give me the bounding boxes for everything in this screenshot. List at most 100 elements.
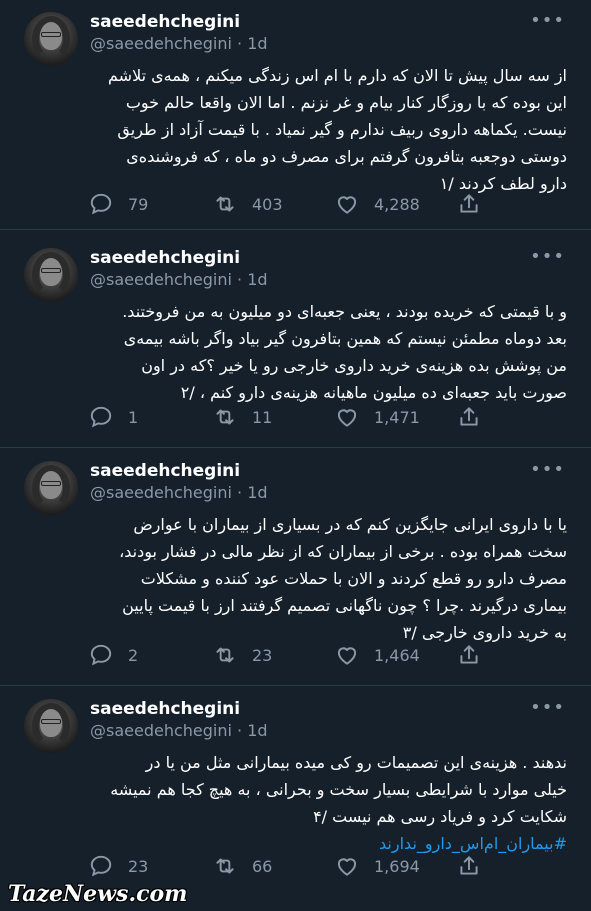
like-button[interactable]: 4,288 (334, 189, 420, 219)
separator: · (237, 483, 243, 502)
tweet-line: بیماری درگیرند .چرا ؟ چون ناگهانی تصمیم … (122, 596, 567, 615)
heart-icon (337, 647, 357, 665)
tweet-text: ندهند . هزینه‌ی این تصمیمات رو کی میده ب… (88, 749, 567, 857)
avatar[interactable] (24, 12, 78, 66)
heart-icon (337, 409, 357, 427)
retweet-count: 11 (252, 407, 273, 427)
retweet-icon (216, 409, 234, 425)
avatar[interactable] (24, 248, 78, 302)
reply-button[interactable]: 79 (88, 189, 148, 219)
separator: · (237, 34, 243, 53)
reply-button[interactable]: 23 (88, 851, 148, 881)
handle[interactable]: @saeedehchegini (90, 270, 232, 289)
tweet[interactable]: saeedehchegini @saeedehchegini · 1d ••• … (0, 449, 591, 686)
more-options-icon[interactable]: ••• (530, 459, 565, 480)
tweet-line: دوستی دوجعبه بتافرون گرفتم برای مصرف دو … (126, 147, 567, 166)
retweet-icon (216, 647, 234, 663)
retweet-count: 66 (252, 856, 273, 876)
handle[interactable]: @saeedehchegini (90, 483, 232, 502)
like-count: 4,288 (374, 194, 420, 214)
share-icon (460, 194, 478, 213)
timestamp[interactable]: 1d (247, 34, 267, 53)
tweet[interactable]: saeedehchegini @saeedehchegini · 1d ••• … (0, 236, 591, 448)
display-name[interactable]: saeedehchegini (90, 248, 240, 268)
display-name[interactable]: saeedehchegini (90, 12, 240, 32)
reply-icon (90, 193, 112, 215)
handle-line: @saeedehchegini · 1d (90, 483, 268, 502)
tweet-text: یا با داروی ایرانی جایگزین کنم که در بسی… (88, 511, 567, 646)
handle-line: @saeedehchegini · 1d (90, 721, 268, 740)
tweet-line: نیست. یکماهه داروی ربیف ندارم و گیر نمیا… (117, 120, 567, 139)
tweet-text: و با قیمتی که خریده بودند ، یعنی جعبه‌ای… (88, 298, 567, 406)
avatar[interactable] (24, 461, 78, 515)
like-count: 1,694 (374, 856, 420, 876)
reply-count: 23 (128, 856, 149, 876)
retweet-button[interactable]: 66 (212, 851, 272, 881)
heart-icon (337, 858, 357, 876)
share-icon (460, 645, 478, 664)
display-name[interactable]: saeedehchegini (90, 461, 240, 481)
tweet-line: سخت همراه بوده . برخی از بیماران که از ن… (119, 542, 567, 561)
timeline: saeedehchegini @saeedehchegini · 1d ••• … (0, 0, 591, 911)
handle[interactable]: @saeedehchegini (90, 721, 232, 740)
reply-count: 1 (128, 407, 139, 427)
retweet-button[interactable]: 23 (212, 640, 272, 670)
reply-button[interactable]: 2 (88, 640, 138, 670)
handle[interactable]: @saeedehchegini (90, 34, 232, 53)
reply-count: 79 (128, 194, 149, 214)
reply-button[interactable]: 1 (88, 402, 138, 432)
retweet-icon (216, 196, 234, 212)
tweet-line: بعد دوماه مطمئن نیستم که همین بتافرون گی… (123, 329, 567, 348)
avatar[interactable] (24, 699, 78, 753)
retweet-count: 23 (252, 645, 273, 665)
retweet-button[interactable]: 403 (212, 189, 283, 219)
timestamp[interactable]: 1d (247, 721, 267, 740)
tweet-line: این بوده که با روزگار کنار بیام و غر نزن… (125, 93, 567, 112)
watermark-logo: TazeNews.com (8, 881, 188, 907)
tweet-line: و با قیمتی که خریده بودند ، یعنی جعبه‌ای… (122, 302, 567, 321)
tweet-line: ندهند . هزینه‌ی این تصمیمات رو کی میده ب… (145, 753, 567, 772)
reply-count: 2 (128, 645, 139, 665)
tweet-line: من پوشش بده هزینه‌ی خرید داروی خارجی رو … (141, 356, 567, 375)
share-button[interactable] (456, 851, 496, 881)
like-button[interactable]: 1,471 (334, 402, 420, 432)
reply-icon (90, 406, 112, 428)
share-button[interactable] (456, 189, 496, 219)
share-icon (460, 856, 478, 875)
reply-icon (90, 644, 112, 666)
tweet-line: خیلی موارد با شرایطی بسیار سخت و بحرانی … (110, 780, 567, 799)
share-icon (460, 407, 478, 426)
like-count: 1,464 (374, 645, 420, 665)
tweet-line: مصرف دارو رو قطع کردند و الان با حملات ع… (140, 569, 567, 588)
like-button[interactable]: 1,464 (334, 640, 420, 670)
display-name[interactable]: saeedehchegini (90, 699, 240, 719)
share-button[interactable] (456, 402, 496, 432)
like-button[interactable]: 1,694 (334, 851, 420, 881)
tweet[interactable]: saeedehchegini @saeedehchegini · 1d ••• … (0, 0, 591, 230)
action-bar: 1 11 1,471 (88, 402, 488, 432)
reply-icon (90, 855, 112, 877)
tweet-line: از سه سال پیش تا الان که دارم با ام اس ز… (108, 66, 567, 85)
separator: · (237, 721, 243, 740)
handle-line: @saeedehchegini · 1d (90, 34, 268, 53)
timestamp[interactable]: 1d (247, 483, 267, 502)
action-bar: 79 403 4,288 (88, 189, 488, 219)
tweet-line: یا با داروی ایرانی جایگزین کنم که در بسی… (133, 515, 567, 534)
share-button[interactable] (456, 640, 496, 670)
more-options-icon[interactable]: ••• (530, 10, 565, 31)
retweet-button[interactable]: 11 (212, 402, 272, 432)
separator: · (237, 270, 243, 289)
action-bar: 2 23 1,464 (88, 640, 488, 670)
handle-line: @saeedehchegini · 1d (90, 270, 268, 289)
tweet[interactable]: saeedehchegini @saeedehchegini · 1d ••• … (0, 687, 591, 911)
like-count: 1,471 (374, 407, 420, 427)
heart-icon (337, 196, 357, 214)
action-bar: 23 66 1,694 (88, 851, 488, 881)
tweet-text: از سه سال پیش تا الان که دارم با ام اس ز… (88, 62, 567, 197)
tweet-line: شکایت کرد و فریاد رسی هم نیست /۴ (313, 807, 567, 826)
more-options-icon[interactable]: ••• (530, 697, 565, 718)
retweet-count: 403 (252, 194, 283, 214)
timestamp[interactable]: 1d (247, 270, 267, 289)
retweet-icon (216, 858, 234, 874)
more-options-icon[interactable]: ••• (530, 246, 565, 267)
